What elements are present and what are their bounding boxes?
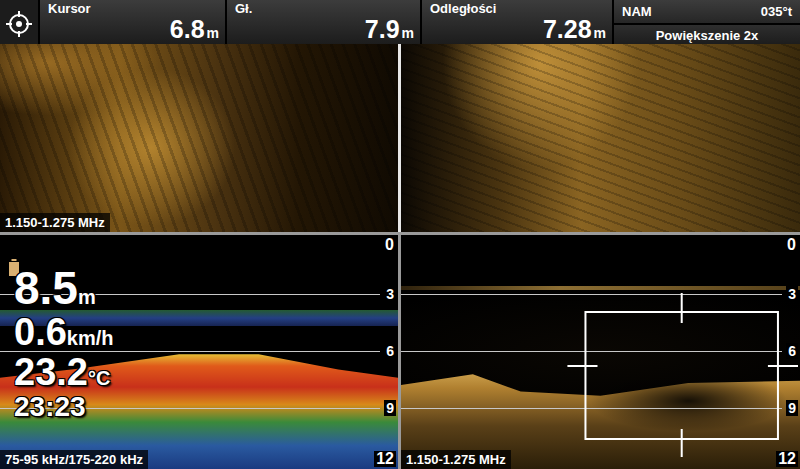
depth-line [401, 408, 782, 409]
depth-tick: 0 [383, 237, 396, 253]
frequency-label: 1.150-1.275 MHz [401, 450, 511, 469]
heading-cell: NAM035°tPowiększenie 2x [614, 0, 800, 47]
depth-tick: 12 [374, 451, 396, 467]
gps-cell [0, 0, 38, 47]
sonar-image [401, 44, 800, 232]
status-field: Kursor 6.8m [40, 0, 225, 47]
readouts: 8.5m0.6km/h23.2°C23:23 [14, 265, 114, 421]
depth-tick: 0 [785, 237, 798, 253]
sonar-surface-band [401, 286, 800, 290]
depth-tick: 9 [786, 400, 798, 416]
status-bar: Kursor 6.8m Gł. 7.9m Odległości 7.28m NAM 035°t… [0, 0, 800, 44]
heading-label: NAM [622, 4, 652, 19]
target-icon [5, 10, 33, 38]
depth-tick: 9 [384, 400, 396, 416]
depth-tick: 12 [776, 451, 798, 467]
depth-line [401, 351, 782, 352]
field-label: Odległości [430, 1, 496, 16]
sonar-2d-view: 0 3 6 9 12 8.5m0.6km/h23.2°C23:23 75-95 kHz/17… [0, 235, 398, 469]
lower-views: 0 3 6 9 12 8.5m0.6km/h23.2°C23:23 75-95 kHz/17… [0, 235, 800, 469]
field-value: 7.9m [365, 16, 414, 47]
zoom-cursor-box[interactable] [401, 235, 800, 469]
sonar-shadow [589, 380, 789, 431]
side-imaging-left: 1.150-1.275 MHz [0, 44, 398, 232]
side-imaging-right [401, 44, 800, 232]
status-field: Gł. 7.9m [227, 0, 420, 47]
depth-tick: 3 [384, 286, 396, 302]
depth-tick: 6 [786, 343, 798, 359]
frequency-label: 1.150-1.275 MHz [0, 213, 110, 232]
time-readout: 23:23 [14, 393, 114, 421]
side-imaging-view: 1.150-1.275 MHz [0, 44, 800, 235]
frequency-label: 75-95 kHz/175-220 kHz [0, 450, 148, 469]
readout: 8.5m [14, 265, 114, 311]
field-label: Gł. [235, 1, 252, 16]
depth-tick: 3 [786, 286, 798, 302]
field-value: 6.8m [170, 16, 219, 47]
depth-line [401, 294, 782, 295]
readout: 23.2°C [14, 353, 114, 391]
fishfinder-screen: Kursor 6.8m Gł. 7.9m Odległości 7.28m NAM 035°t… [0, 0, 800, 469]
readout: 0.6km/h [14, 313, 114, 351]
field-value: 7.28m [543, 16, 606, 47]
sonar-image [0, 44, 398, 232]
heading-row: NAM 035°t [614, 0, 800, 23]
status-field: Odległości 7.28m [422, 0, 612, 47]
down-imaging-view: 0 3 6 9 12 1.150-1.275 MHz [401, 235, 800, 469]
heading-value: 035°t [761, 4, 792, 19]
field-label: Kursor [48, 1, 91, 16]
depth-tick: 6 [384, 343, 396, 359]
